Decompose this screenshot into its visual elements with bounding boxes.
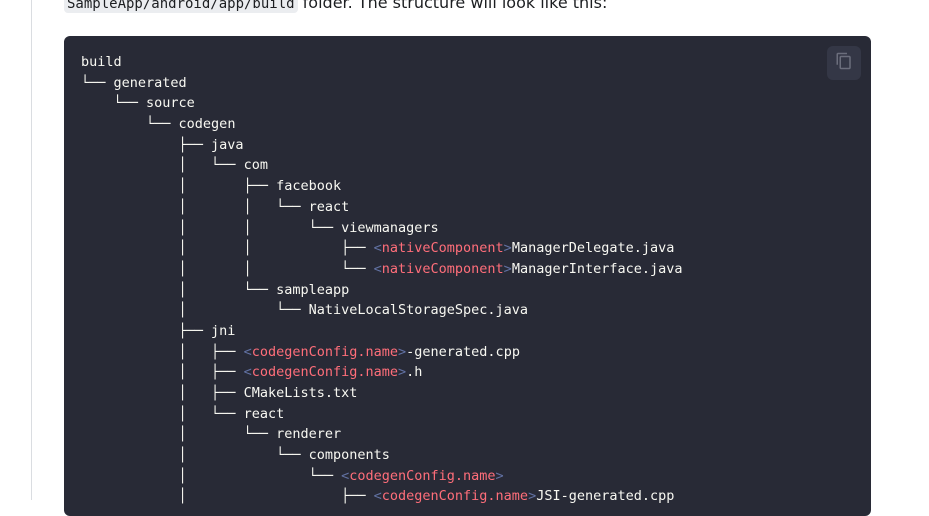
angle-bracket: < xyxy=(373,260,382,277)
angle-bracket: < xyxy=(243,343,252,360)
code-line: └── source xyxy=(81,93,683,114)
code-content[interactable]: build └── generated └── source └── codege… xyxy=(81,52,683,507)
code-line: └── codegen xyxy=(81,114,683,135)
code-line: └── generated xyxy=(81,73,683,94)
angle-bracket: < xyxy=(243,364,252,381)
copy-icon xyxy=(835,52,853,74)
path-segment: java xyxy=(211,136,244,153)
tree-connector: ├── xyxy=(81,322,212,339)
tree-connector: │ └── xyxy=(81,281,277,298)
path-segment: build xyxy=(81,54,122,70)
angle-bracket: > xyxy=(495,467,504,484)
path-segment: CMakeLists.txt xyxy=(243,385,358,401)
intro-text: folder. The structure will look like thi… xyxy=(297,0,608,12)
tree-connector: │ └── xyxy=(81,467,342,484)
code-line: │ ├── <codegenConfig.name>.h xyxy=(81,362,683,383)
tree-connector: └── xyxy=(81,74,114,91)
tree-connector: │ │ └── xyxy=(81,219,342,236)
tree-connector: │ │ ├── xyxy=(81,240,374,257)
copy-button[interactable] xyxy=(827,46,861,80)
path-segment: ManagerInterface.java xyxy=(511,260,683,277)
content-left-border xyxy=(31,0,32,500)
path-segment: codegen xyxy=(178,116,236,133)
angle-bracket: > xyxy=(503,260,512,277)
tree-connector: │ ├── xyxy=(81,488,374,505)
tree-connector: │ ├── xyxy=(81,178,277,195)
code-line: build xyxy=(81,52,683,73)
code-line: │ └── NativeLocalStorageSpec.java xyxy=(81,300,683,321)
tree-connector: │ ├── xyxy=(81,364,244,381)
path-segment: com xyxy=(243,157,268,174)
path-segment: jni xyxy=(211,322,236,339)
tree-connector: └── xyxy=(81,95,147,112)
tree-connector: │ │ └── xyxy=(81,260,374,277)
tree-connector: │ └── xyxy=(81,157,244,174)
code-line: │ └── components xyxy=(81,445,683,466)
inline-code-path: SampleApp/android/app/build xyxy=(64,0,298,13)
placeholder-token: codegenConfig.name xyxy=(381,488,529,505)
path-segment: viewmanagers xyxy=(341,219,439,236)
angle-bracket: > xyxy=(528,488,537,505)
placeholder-token: codegenConfig.name xyxy=(349,467,496,484)
code-line: │ └── com xyxy=(81,155,683,176)
path-segment: source xyxy=(146,95,195,112)
angle-bracket: > xyxy=(503,240,512,257)
placeholder-token: codegenConfig.name xyxy=(251,343,399,360)
tree-connector: │ └── xyxy=(81,302,309,319)
tree-connector: │ └── xyxy=(81,405,244,422)
placeholder-token: codegenConfig.name xyxy=(251,364,399,381)
path-segment: JSI-generated.cpp xyxy=(536,488,675,505)
path-segment: generated xyxy=(113,74,187,91)
path-segment: ManagerDelegate.java xyxy=(511,240,675,257)
path-segment: react xyxy=(308,198,350,215)
path-segment: facebook xyxy=(276,178,342,195)
code-line: │ └── renderer xyxy=(81,424,683,445)
code-line: │ ├── facebook xyxy=(81,176,683,197)
tree-connector: │ ├── xyxy=(81,385,244,401)
path-segment: NativeLocalStorageSpec.java xyxy=(308,302,529,319)
angle-bracket: > xyxy=(398,364,407,381)
tree-connector: │ └── xyxy=(81,447,309,464)
code-line: │ │ └── react xyxy=(81,197,683,218)
path-segment: .h xyxy=(406,364,423,381)
code-line: │ │ ├── <nativeComponent>ManagerDelegate… xyxy=(81,238,683,259)
code-line: ├── java xyxy=(81,135,683,156)
code-line: │ └── <codegenConfig.name> xyxy=(81,466,683,487)
code-line: │ ├── CMakeLists.txt xyxy=(81,383,683,404)
angle-bracket: < xyxy=(373,240,382,257)
tree-connector: └── xyxy=(81,116,179,133)
code-line: │ └── sampleapp xyxy=(81,280,683,301)
angle-bracket: < xyxy=(341,467,350,484)
angle-bracket: < xyxy=(373,488,382,505)
code-block: build └── generated └── source └── codege… xyxy=(64,36,871,516)
tree-connector: │ └── xyxy=(81,426,277,443)
path-segment: sampleapp xyxy=(276,281,350,298)
code-line: │ ├── <codegenConfig.name>JSI-generated.… xyxy=(81,486,683,507)
placeholder-token: nativeComponent xyxy=(381,260,504,277)
code-line: │ │ └── <nativeComponent>ManagerInterfac… xyxy=(81,259,683,280)
path-segment: -generated.cpp xyxy=(406,343,520,360)
intro-paragraph: SampleApp/android/app/build folder. The … xyxy=(64,0,607,15)
code-line: │ │ └── viewmanagers xyxy=(81,218,683,239)
tree-connector: │ │ └── xyxy=(81,198,309,215)
code-line: ├── jni xyxy=(81,321,683,342)
angle-bracket: > xyxy=(398,343,407,360)
path-segment: react xyxy=(243,405,285,422)
placeholder-token: nativeComponent xyxy=(381,240,504,257)
path-segment: components xyxy=(308,447,390,464)
path-segment: renderer xyxy=(276,426,342,443)
tree-connector: │ ├── xyxy=(81,343,244,360)
code-line: │ ├── <codegenConfig.name>-generated.cpp xyxy=(81,342,683,363)
code-line: │ └── react xyxy=(81,404,683,425)
tree-connector: ├── xyxy=(81,136,212,153)
